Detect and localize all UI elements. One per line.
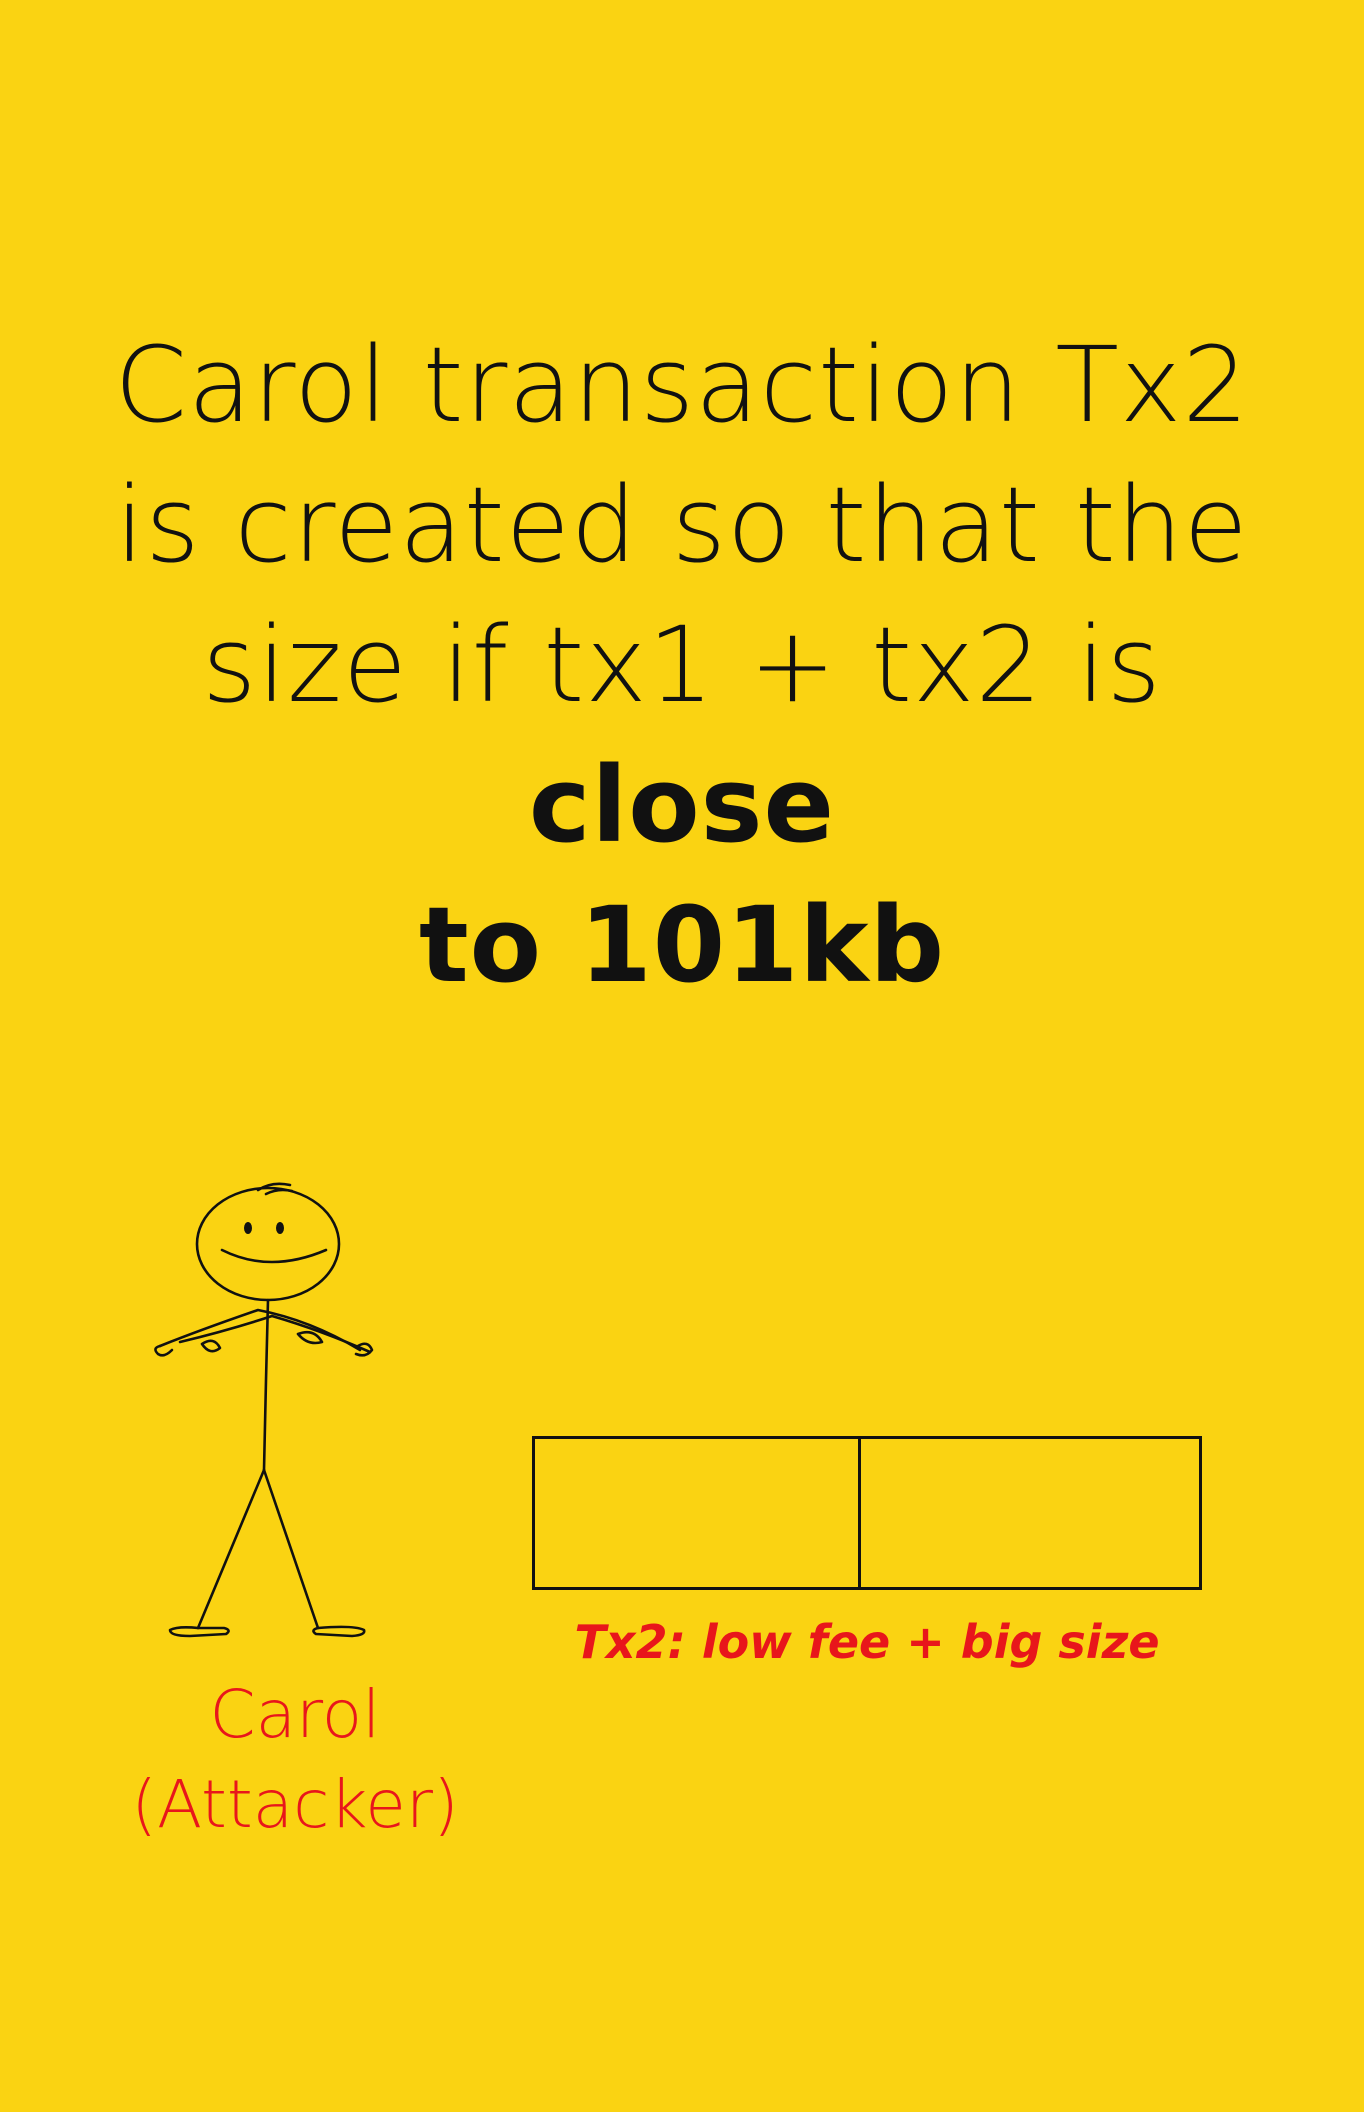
right-eye <box>276 1222 284 1234</box>
headline-emphasis-size: to 101kb <box>418 884 946 1006</box>
right-hand-fingers <box>296 1330 324 1345</box>
left-foot <box>168 1626 230 1638</box>
smile <box>220 1248 328 1264</box>
right-leg <box>262 1468 320 1630</box>
head <box>195 1186 341 1302</box>
headline-line-2: is created so that the <box>115 464 1249 586</box>
left-leg <box>196 1468 266 1630</box>
person-name-label: Carol (Attacker) <box>80 1670 510 1850</box>
headline-line-3: size if tx1 + tx2 is close <box>60 595 1304 875</box>
left-arm <box>158 1308 362 1352</box>
stick-figure-arms-crossed-icon <box>154 1182 374 1638</box>
slide-canvas: Carol transaction Tx2 is created so that… <box>0 0 1364 2112</box>
headline-line-1: Carol transaction Tx2 <box>114 324 1250 446</box>
right-arm <box>178 1314 372 1354</box>
left-hand <box>154 1344 174 1357</box>
left-hand-fingers <box>200 1339 222 1353</box>
person-role: (Attacker) <box>131 1766 459 1843</box>
transaction-label: Tx2: low fee + big size <box>574 1615 1160 1669</box>
transaction-block <box>532 1436 1202 1590</box>
slide-headline: Carol transaction Tx2 is created so that… <box>60 315 1304 1015</box>
right-foot <box>312 1625 366 1638</box>
headline-line-3-regular: size if tx1 + tx2 is <box>202 604 1162 726</box>
left-eye <box>244 1222 252 1234</box>
body <box>262 1298 270 1472</box>
headline-emphasis-close: close <box>528 744 836 866</box>
transaction-segment-1 <box>535 1439 861 1587</box>
person-name: Carol <box>209 1676 381 1753</box>
